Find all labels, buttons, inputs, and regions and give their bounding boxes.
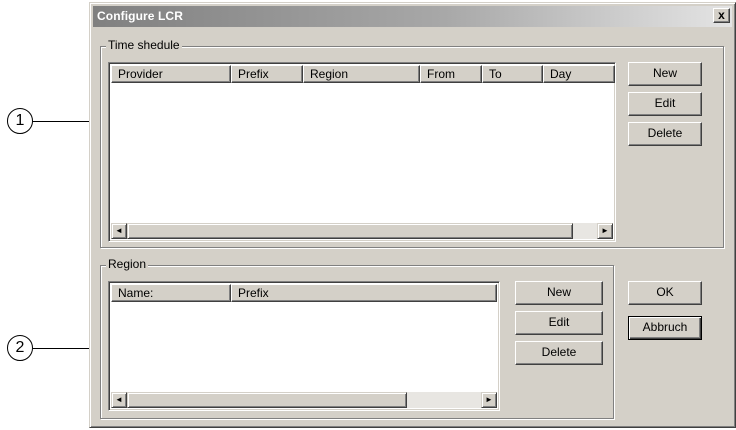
dialog-title: Configure LCR: [97, 9, 183, 23]
region-hscrollbar[interactable]: ◄ ►: [111, 392, 497, 408]
column-header-region[interactable]: Region: [303, 65, 420, 83]
region-edit-button[interactable]: Edit: [515, 311, 603, 335]
region-delete-button[interactable]: Delete: [515, 341, 603, 365]
callout-1: 1: [7, 108, 33, 134]
scroll-right-button[interactable]: ►: [597, 223, 613, 239]
time-schedule-edit-button[interactable]: Edit: [628, 92, 702, 116]
scroll-right-button[interactable]: ►: [481, 392, 497, 408]
column-header-to[interactable]: To: [482, 65, 543, 83]
arrow-right-icon: ►: [485, 395, 493, 404]
callout-2-line: [33, 348, 89, 349]
column-header-day[interactable]: Day: [543, 65, 615, 83]
region-list[interactable]: Name: Prefix ◄ ►: [108, 281, 500, 411]
region-group-label: Region: [106, 257, 149, 271]
scroll-left-button[interactable]: ◄: [111, 223, 127, 239]
column-header-provider[interactable]: Provider: [111, 65, 231, 83]
cancel-button[interactable]: Abbruch: [628, 316, 702, 340]
time-schedule-header: Provider Prefix Region From To Day: [111, 65, 615, 83]
time-schedule-delete-button[interactable]: Delete: [628, 122, 702, 146]
time-schedule-hscrollbar[interactable]: ◄ ►: [111, 223, 613, 239]
region-new-button[interactable]: New: [515, 281, 603, 305]
configure-lcr-dialog: Configure LCR x Time shedule Provider Pr…: [89, 2, 736, 428]
column-header-name[interactable]: Name:: [111, 284, 231, 302]
ok-button[interactable]: OK: [628, 281, 702, 305]
scroll-left-button[interactable]: ◄: [111, 392, 127, 408]
scroll-thumb[interactable]: [127, 223, 573, 239]
arrow-left-icon: ◄: [115, 395, 123, 404]
title-bar[interactable]: Configure LCR x: [93, 6, 732, 27]
close-button[interactable]: x: [713, 8, 730, 23]
arrow-right-icon: ►: [601, 226, 609, 235]
callout-1-line: [33, 121, 89, 122]
arrow-left-icon: ◄: [115, 226, 123, 235]
time-schedule-list[interactable]: Provider Prefix Region From To Day ◄ ►: [108, 62, 616, 242]
column-header-from[interactable]: From: [420, 65, 482, 83]
time-schedule-group-label: Time shedule: [106, 38, 182, 52]
column-header-prefix[interactable]: Prefix: [231, 284, 497, 302]
callout-2: 2: [7, 335, 33, 361]
region-header: Name: Prefix: [111, 284, 497, 302]
close-icon: x: [718, 8, 725, 22]
scroll-thumb[interactable]: [127, 392, 407, 408]
column-header-prefix[interactable]: Prefix: [231, 65, 303, 83]
time-schedule-new-button[interactable]: New: [628, 62, 702, 86]
